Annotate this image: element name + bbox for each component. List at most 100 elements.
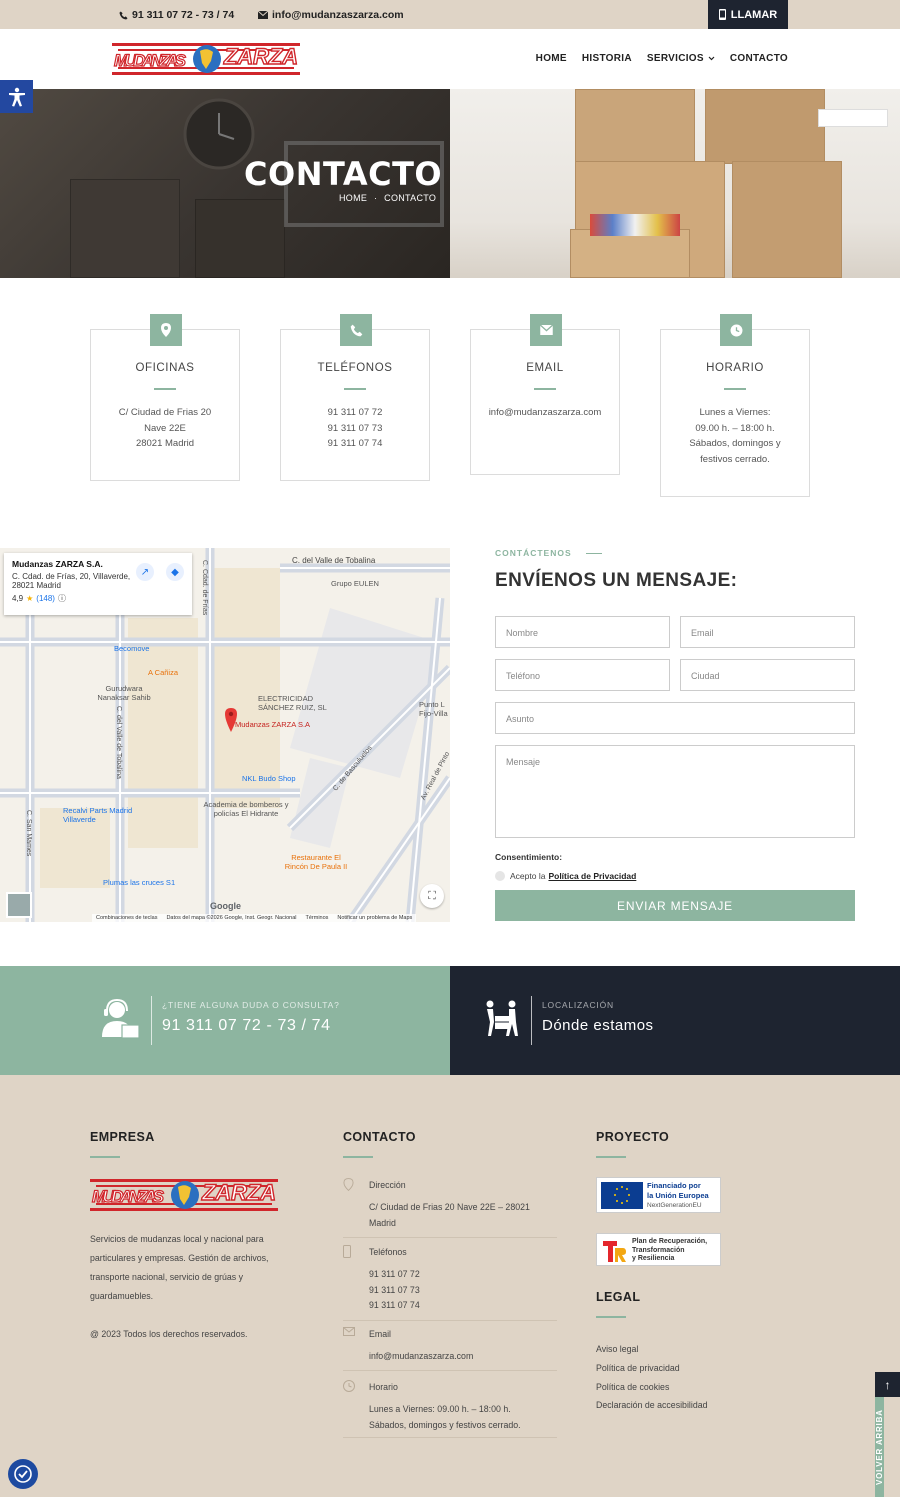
map-reviews[interactable]: (148) xyxy=(36,594,55,603)
nav-servicios-label: SERVICIOS xyxy=(646,53,704,64)
map-label: A Cañiza xyxy=(148,668,179,677)
nav-contacto[interactable]: CONTACTO xyxy=(730,53,788,64)
back-to-top-button[interactable]: ↑ VOLVER ARRIBA xyxy=(875,1372,900,1497)
call-button-label: LLAMAR xyxy=(730,8,778,21)
footer-empresa-title: EMPRESA xyxy=(90,1130,155,1144)
map-footer-terms[interactable]: Términos xyxy=(305,915,328,921)
card-line: Lunes a Viernes: xyxy=(699,407,771,418)
form-title: ENVÍENOS UN MENSAJE: xyxy=(495,570,738,591)
map-footer-report[interactable]: Notificar un problema de Maps xyxy=(337,915,412,921)
map-place-card[interactable]: Mudanzas ZARZA S.A. C. Cdad. de Frías, 2… xyxy=(4,553,192,615)
location-icon xyxy=(343,1178,354,1191)
consent-checkbox[interactable] xyxy=(495,871,505,881)
card-title: EMAIL xyxy=(526,362,564,374)
card-line[interactable]: info@mudanzaszarza.com xyxy=(471,405,619,421)
eu-badge-text: Financiado por la Unión Europea NextGene… xyxy=(647,1181,709,1211)
clock-icon xyxy=(720,314,752,346)
map-place-name: Mudanzas ZARZA S.A. xyxy=(12,559,103,569)
arrow-up-icon: ↑ xyxy=(875,1372,900,1397)
map-label: ELECTRICIDAD SÁNCHEZ RUIZ, SL xyxy=(258,694,327,712)
prtr-badge[interactable]: Plan de Recuperación, Transformación y R… xyxy=(596,1233,721,1266)
card-title: HORARIO xyxy=(706,362,764,374)
map-label: Punto L Fijo-Villa xyxy=(419,700,448,718)
name-field[interactable]: Nombre xyxy=(495,616,670,648)
site-logo[interactable]: MUDANZAS ZARZA xyxy=(112,39,300,79)
breadcrumb-current: CONTACTO xyxy=(384,193,437,203)
map-label: Mudanzas ZARZA S.A xyxy=(235,720,311,729)
footer-legal-title: LEGAL xyxy=(596,1290,641,1304)
card-line[interactable]: 91 311 07 72 xyxy=(281,405,429,421)
back-to-top-label: VOLVER ARRIBA xyxy=(875,1397,884,1497)
nav-home[interactable]: HOME xyxy=(536,53,567,64)
site-footer: EMPRESA MUDANZAS ZARZA Servicios de muda… xyxy=(0,1075,900,1497)
svg-text:MUDANZAS: MUDANZAS xyxy=(92,1187,165,1206)
eu-funding-badge[interactable]: Financiado por la Unión Europea NextGene… xyxy=(596,1177,721,1213)
prtr-logo-icon xyxy=(603,1241,626,1262)
footer-contact-horario: Horario Lunes a Viernes: 09.00 h. – 18:0… xyxy=(343,1380,557,1442)
nav-servicios[interactable]: SERVICIOS xyxy=(647,53,715,64)
legal-link-aviso[interactable]: Aviso legal xyxy=(596,1340,708,1359)
card-line[interactable]: 91 311 07 74 xyxy=(281,436,429,452)
legal-link-cookies[interactable]: Política de cookies xyxy=(596,1378,708,1397)
footer-logo[interactable]: MUDANZAS ZARZA xyxy=(90,1175,278,1215)
phone-field[interactable]: Teléfono xyxy=(495,659,670,691)
page-title: CONTACTO xyxy=(244,155,443,193)
legal-link-privacidad[interactable]: Política de privacidad xyxy=(596,1359,708,1378)
location-icon xyxy=(150,314,182,346)
open-external-icon[interactable]: ↗ xyxy=(136,563,154,581)
footer-legal-links: Aviso legal Política de privacidad Polít… xyxy=(596,1340,708,1415)
envelope-icon xyxy=(343,1327,355,1336)
form-kicker: CONTÁCTENOS xyxy=(495,548,855,558)
cta-right-text[interactable]: Dónde estamos xyxy=(542,1017,654,1034)
topbar-phone-text: 91 311 07 72 - 73 / 74 xyxy=(132,9,235,21)
card-line: festivos cerrado. xyxy=(700,453,770,465)
google-map[interactable]: Mudanzas ZARZA S.A. C. Cdad. de Frías, 2… xyxy=(0,548,450,922)
card-line[interactable]: 91 311 07 73 xyxy=(281,421,429,437)
cta-left-kicker: ¿TIENE ALGUNA DUDA O CONSULTA? xyxy=(162,1000,340,1010)
send-message-button[interactable]: ENVIAR MENSAJE xyxy=(495,890,855,921)
call-button[interactable]: LLAMAR xyxy=(708,0,788,29)
phone-icon xyxy=(340,314,372,346)
logo-graphic: MUDANZAS ZARZA xyxy=(112,43,300,75)
cta-phone-band[interactable]: ¿TIENE ALGUNA DUDA O CONSULTA? 91 311 07… xyxy=(0,966,450,1075)
cta-separator xyxy=(531,996,532,1045)
eu-flag-icon xyxy=(601,1182,643,1209)
prtr-line-1: Plan de Recuperación, xyxy=(632,1238,708,1245)
topbar-email[interactable]: info@mudanzaszarza.com xyxy=(258,9,404,21)
map-label: Restaurante El Rincón De Paula II xyxy=(284,853,348,871)
map-layer-thumbnail[interactable] xyxy=(6,892,32,918)
prtr-badge-text: Plan de Recuperación, Transformación y R… xyxy=(632,1238,707,1264)
email-field[interactable]: Email xyxy=(680,616,855,648)
message-field[interactable]: Mensaje xyxy=(495,745,855,838)
chevron-down-icon xyxy=(708,56,715,61)
hero-image-right xyxy=(450,89,900,278)
cta-right-kicker: LOCALIZACIÓN xyxy=(542,1000,614,1010)
eu-line-2: la Unión Europea xyxy=(647,1191,709,1200)
subject-field[interactable]: Asunto xyxy=(495,702,855,734)
contact-value[interactable]: info@mudanzaszarza.com xyxy=(369,1349,559,1365)
card-divider xyxy=(344,388,366,390)
cta-location-band[interactable]: LOCALIZACIÓN Dónde estamos xyxy=(450,966,900,1075)
info-card-telefonos: TELÉFONOS 91 311 07 72 91 311 07 73 91 3… xyxy=(280,314,430,481)
map-label: Becomove xyxy=(114,644,150,653)
city-field[interactable]: Ciudad xyxy=(680,659,855,691)
cookie-settings-button[interactable] xyxy=(8,1459,38,1489)
contact-value[interactable]: 91 311 07 72 91 311 07 73 91 311 07 74 xyxy=(369,1267,559,1314)
main-nav: HOME HISTORIA SERVICIOS CONTACTO xyxy=(536,53,788,64)
hero-box xyxy=(732,161,842,278)
topbar-phone[interactable]: 91 311 07 72 - 73 / 74 xyxy=(119,9,234,21)
accessibility-button[interactable] xyxy=(0,80,33,113)
prtr-line-3: y Resiliencia xyxy=(632,1255,675,1262)
legal-link-accesibilidad[interactable]: Declaración de accesibilidad xyxy=(596,1396,708,1415)
cta-left-phone[interactable]: 91 311 07 72 - 73 / 74 xyxy=(162,1017,331,1035)
info-icon[interactable]: ⓘ xyxy=(58,593,66,604)
breadcrumb-home[interactable]: HOME xyxy=(339,193,367,203)
directions-icon[interactable]: ◆ xyxy=(166,563,184,581)
privacy-policy-link[interactable]: Política de Privacidad xyxy=(548,871,636,881)
map-footer-shortcuts[interactable]: Combinaciones de teclas xyxy=(96,915,157,921)
fullscreen-icon[interactable]: ⛶ xyxy=(420,884,444,908)
hero-folders xyxy=(590,214,680,236)
nav-historia[interactable]: HISTORIA xyxy=(582,53,632,64)
breadcrumb: HOME · CONTACTO xyxy=(339,193,436,203)
hero-open-box xyxy=(570,229,690,278)
